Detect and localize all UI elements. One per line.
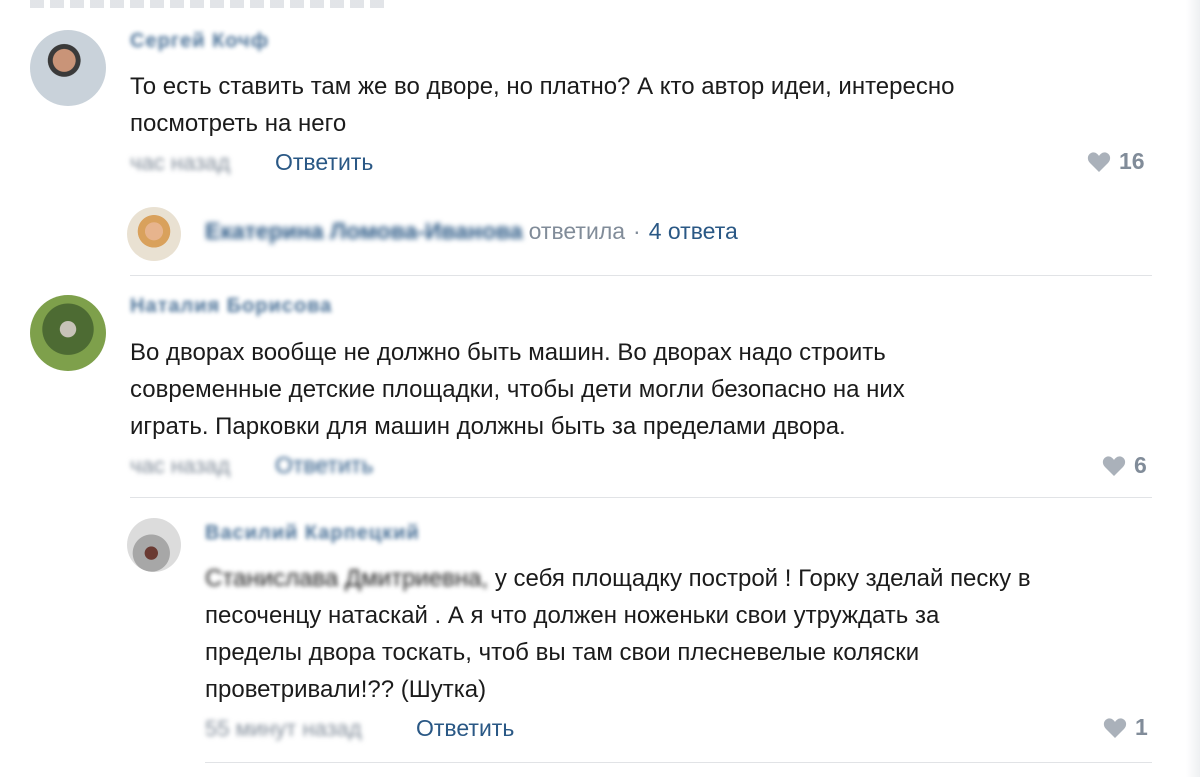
comment-text-line: пределы двора тоскать, чтоб вы там свои …: [205, 639, 920, 666]
heart-icon: [1087, 151, 1111, 172]
comment-time: час назад: [130, 453, 230, 479]
mention-name[interactable]: Станислава Дмитриевна,: [205, 565, 488, 592]
comment-author[interactable]: Сергей Кочф: [130, 30, 269, 53]
comment-time-text: 55 минут назад: [205, 716, 362, 741]
comment-text-line: То есть ставить там же во дворе, но плат…: [130, 73, 955, 100]
comment-text-fragment: у себя площадку построй ! Горку зделай п…: [494, 565, 1031, 592]
comment-text-line: современные детские площадки, чтобы дети…: [130, 376, 905, 403]
heart-icon: [1103, 717, 1127, 738]
avatar[interactable]: [30, 30, 106, 106]
comment-text-line: играть. Парковки для машин должны быть з…: [130, 413, 846, 440]
comment-time-text: час назад: [130, 150, 231, 175]
avatar[interactable]: [127, 207, 181, 261]
heart-icon: [1102, 455, 1126, 476]
comment-text-line: песоченцу натаскай . А я что должен ноже…: [205, 602, 940, 629]
comment-author[interactable]: Василий Карпецкий: [205, 522, 420, 545]
replies-count-link[interactable]: 4 ответа: [649, 218, 738, 245]
like-button[interactable]: 1: [1103, 714, 1148, 741]
reply-button[interactable]: Ответить: [275, 452, 373, 479]
reply-author[interactable]: Екатерина Ломова-Иванова: [205, 218, 523, 245]
avatar[interactable]: [127, 518, 181, 572]
avatar[interactable]: [30, 295, 106, 371]
comment-text-line: Станислава Дмитриевна, у себя площадку п…: [205, 560, 1031, 597]
like-count: 16: [1119, 148, 1145, 174]
comment-time: час назад: [130, 150, 230, 176]
divider: [205, 762, 1152, 763]
reply-button[interactable]: Ответить: [275, 149, 373, 176]
reply-button[interactable]: Ответить: [416, 715, 514, 742]
like-button[interactable]: 16: [1087, 148, 1145, 175]
comment-author[interactable]: Наталия Борисова: [130, 295, 332, 318]
reply-action: ответила: [528, 218, 626, 244]
comment-time: 55 минут назад: [205, 716, 362, 742]
like-count: 1: [1135, 714, 1148, 740]
previous-content-edge: [30, 0, 390, 8]
thread-summary[interactable]: Екатерина Ломова-Иванова ответила · 4 от…: [205, 218, 738, 245]
comment-text-line: посмотреть на него: [130, 110, 347, 137]
scroll-edge: [1186, 0, 1200, 777]
separator-dot: ·: [633, 218, 641, 244]
divider: [130, 497, 1152, 498]
divider: [130, 275, 1152, 276]
comment-text-line: проветривали!?? (Шутка): [205, 676, 487, 703]
comment-time-text: час назад: [130, 453, 231, 478]
comment-text-line: Во дворах вообще не должно быть машин. В…: [130, 339, 886, 366]
like-count: 6: [1134, 452, 1147, 478]
like-button[interactable]: 6: [1102, 452, 1147, 479]
